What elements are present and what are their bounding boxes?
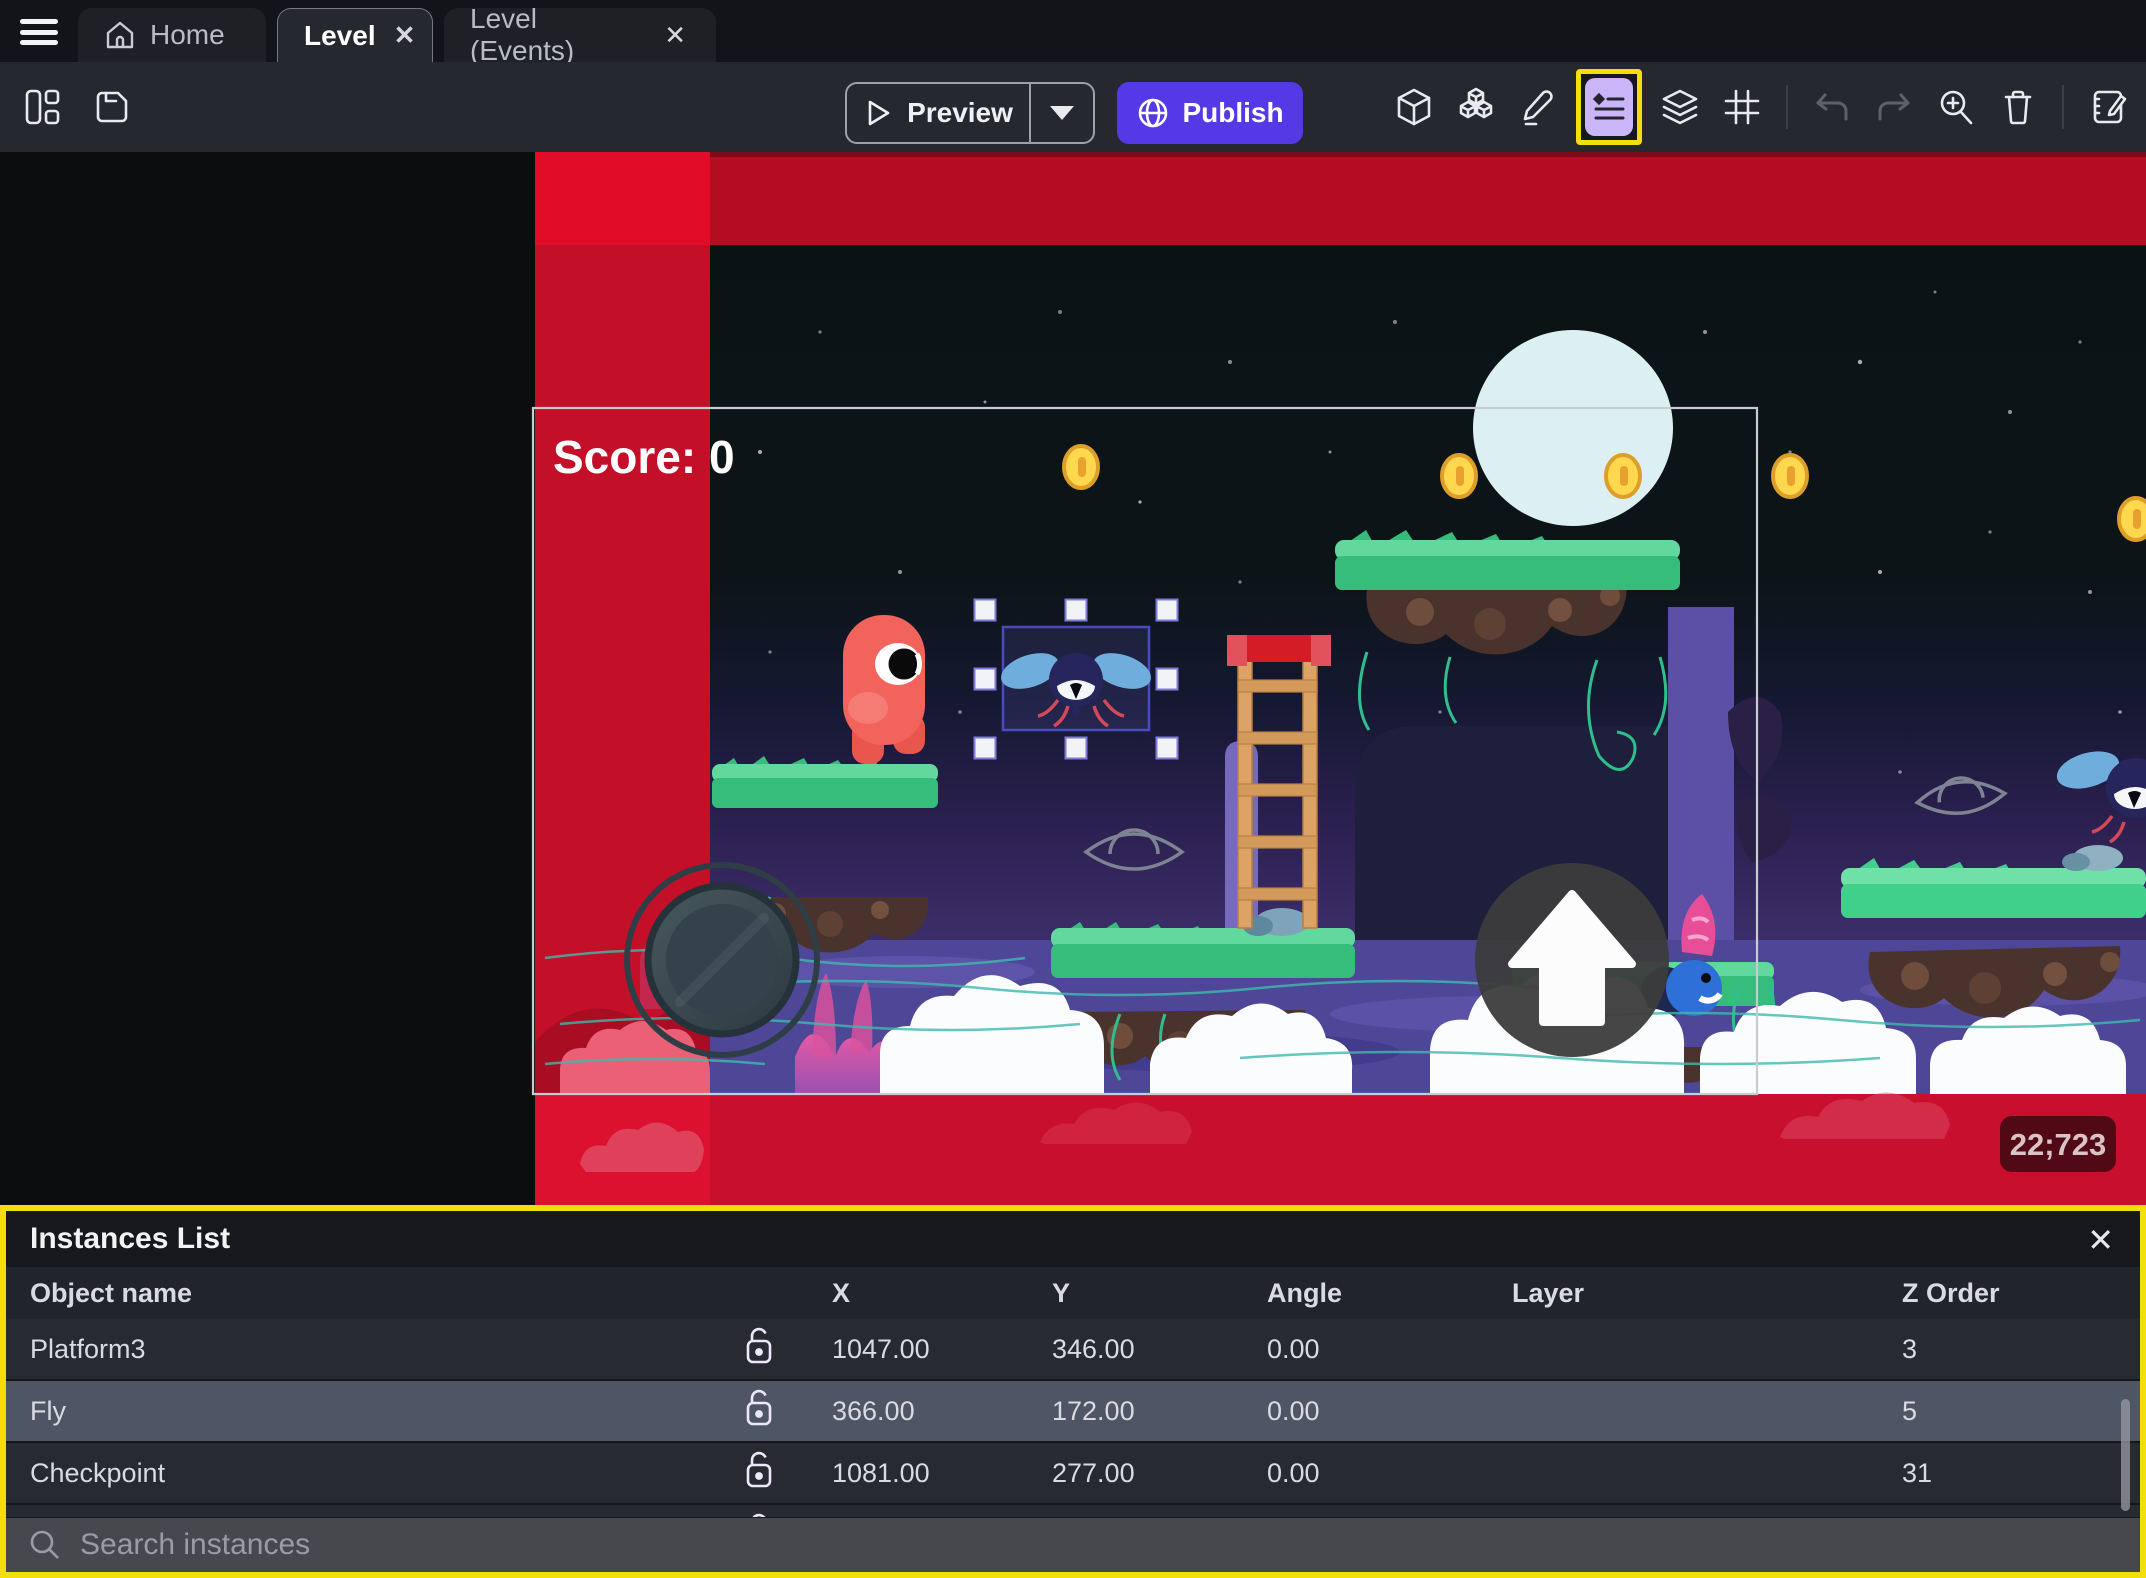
instance-angle: 0.00 — [1267, 1333, 1320, 1364]
coin — [1440, 453, 1478, 499]
instance-zorder: 3 — [1902, 1333, 1918, 1364]
column-header: X — [832, 1277, 851, 1308]
instance-angle: 0.00 — [1267, 1457, 1320, 1488]
instance-y: 277.00 — [1052, 1457, 1135, 1488]
save-icon[interactable] — [88, 83, 136, 131]
publish-button[interactable]: Publish — [1117, 82, 1303, 144]
panel-scrollbar[interactable] — [2121, 1399, 2130, 1511]
fly-enemy-selected[interactable] — [997, 625, 1156, 732]
toolbar-divider — [2062, 85, 2064, 129]
tab-level-events[interactable]: Level (Events) ✕ — [444, 3, 716, 66]
svg-text:22;723: 22;723 — [2010, 1127, 2107, 1162]
play-icon — [868, 100, 890, 126]
search-bar — [6, 1518, 2140, 1572]
column-header: Z Order — [1902, 1277, 2000, 1308]
coin — [1771, 453, 1809, 499]
undo-icon[interactable] — [1808, 83, 1856, 131]
instances-list-icon[interactable] — [1585, 78, 1633, 136]
unlock-icon[interactable] — [730, 1388, 820, 1435]
instance-x: 1081.00 — [832, 1457, 930, 1488]
coin — [1062, 444, 1100, 490]
search-icon — [30, 1530, 59, 1559]
instance-y: 346.00 — [1052, 1333, 1135, 1364]
cube-icon[interactable] — [1390, 83, 1438, 131]
instance-name: Checkpoint — [30, 1457, 166, 1488]
scene-editor-canvas[interactable]: Score: 0 22;723 — [0, 152, 2146, 1205]
instance-zorder: 31 — [1902, 1457, 1933, 1488]
trash-icon[interactable] — [1994, 83, 2042, 131]
column-header: Layer — [1512, 1277, 1585, 1308]
edit-note-icon[interactable] — [2084, 83, 2132, 131]
preview-label: Preview — [907, 97, 1013, 128]
toolbar-divider — [1786, 85, 1788, 129]
instance-name: Platform3 — [30, 1333, 146, 1364]
instance-name: Fly — [30, 1395, 66, 1426]
column-header: Y — [1052, 1277, 1071, 1308]
globe-icon — [1139, 98, 1168, 128]
panels-layout-icon[interactable] — [18, 83, 66, 131]
chevron-down-icon — [1050, 106, 1074, 120]
redo-icon[interactable] — [1870, 83, 1918, 131]
scene-canvas[interactable]: Score: 0 22;723 — [0, 152, 2146, 1205]
close-panel-icon[interactable]: ✕ — [2087, 1221, 2114, 1259]
preview-button[interactable]: Preview — [845, 82, 1095, 144]
close-tab-icon[interactable]: ✕ — [390, 18, 420, 53]
instances-list-icon-highlight — [1576, 69, 1642, 145]
tab-level[interactable]: Level ✕ — [277, 8, 433, 62]
table-row[interactable] — [6, 1505, 2140, 1517]
hamburger-menu-icon[interactable] — [16, 13, 62, 51]
unlock-icon[interactable] — [730, 1450, 820, 1497]
table-row[interactable]: Checkpoint 1081.00 277.00 0.00 31 — [6, 1443, 2140, 1505]
tab-label: Level — [304, 19, 376, 51]
search-input[interactable] — [80, 1528, 1880, 1562]
toolbar: Preview Publish — [0, 62, 2146, 152]
instance-x: 1047.00 — [832, 1333, 930, 1364]
unlock-icon[interactable] — [730, 1326, 820, 1373]
moon[interactable] — [1473, 330, 1673, 526]
tab-bar: Home Level ✕ Level (Events) ✕ — [0, 0, 2146, 66]
score-text: Score: 0 — [553, 431, 735, 483]
instances-list-panel: Instances List ✕ Object name X Y Angle L… — [0, 1205, 2146, 1578]
jump-button[interactable] — [1475, 863, 1669, 1057]
grid-icon[interactable] — [1718, 83, 1766, 131]
player-character[interactable] — [843, 615, 925, 764]
layers-icon[interactable] — [1656, 83, 1704, 131]
publish-label: Publish — [1182, 97, 1284, 128]
home-icon — [106, 21, 134, 49]
coordinates-badge: 22;723 — [2000, 1116, 2116, 1172]
instance-y: 172.00 — [1052, 1395, 1135, 1426]
coin — [2117, 496, 2146, 542]
table-row-selected[interactable]: Fly 366.00 172.00 0.00 5 — [6, 1381, 2140, 1443]
tab-label: Level (Events) — [470, 3, 575, 66]
table-row[interactable]: Platform3 1047.00 346.00 0.00 3 — [6, 1319, 2140, 1381]
tab-home[interactable]: Home — [78, 8, 266, 62]
column-header: Angle — [1267, 1277, 1343, 1308]
instances-table-body: Platform3 1047.00 346.00 0.00 3 Fly 366.… — [6, 1319, 2140, 1517]
pencil-icon[interactable] — [1514, 83, 1562, 131]
instance-x: 366.00 — [832, 1395, 915, 1426]
column-header: Object name — [30, 1277, 193, 1308]
close-tab-icon[interactable]: ✕ — [660, 18, 690, 53]
instance-zorder: 5 — [1902, 1395, 1918, 1426]
preview-dropdown-button[interactable] — [1029, 84, 1093, 142]
instances-table-header: Object name X Y Angle Layer Z Order — [6, 1267, 2140, 1319]
panel-title: Instances List — [30, 1222, 231, 1255]
tab-label: Home — [150, 19, 225, 50]
instance-angle: 0.00 — [1267, 1395, 1320, 1426]
objects-group-icon[interactable] — [1452, 83, 1500, 131]
zoom-in-icon[interactable] — [1932, 83, 1980, 131]
virtual-joystick[interactable] — [624, 862, 820, 1058]
coin — [1604, 453, 1642, 499]
